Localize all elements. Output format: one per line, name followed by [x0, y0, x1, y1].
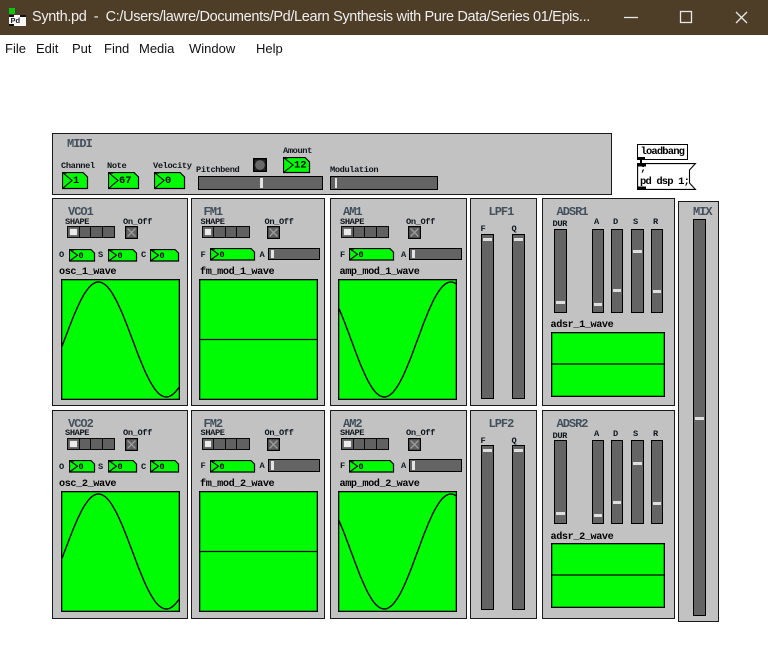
svg-text:0: 0: [219, 250, 224, 260]
svg-text:pd dsp 1;: pd dsp 1;: [640, 176, 689, 188]
svg-text:;: ;: [640, 163, 645, 175]
svg-text:0: 0: [118, 462, 123, 472]
svg-text:0: 0: [160, 250, 165, 260]
svg-text:0: 0: [79, 462, 84, 472]
svg-text:0: 0: [165, 175, 171, 187]
svg-text:0: 0: [219, 461, 224, 471]
svg-text:Pd: Pd: [11, 16, 21, 25]
svg-text:1: 1: [73, 175, 79, 187]
svg-text:0: 0: [359, 461, 364, 471]
svg-text:0: 0: [79, 250, 84, 260]
svg-text:67: 67: [119, 175, 132, 187]
svg-text:0: 0: [160, 462, 165, 472]
svg-text:0: 0: [118, 250, 123, 260]
svg-text:0: 0: [359, 250, 364, 260]
svg-text:12: 12: [294, 160, 307, 172]
